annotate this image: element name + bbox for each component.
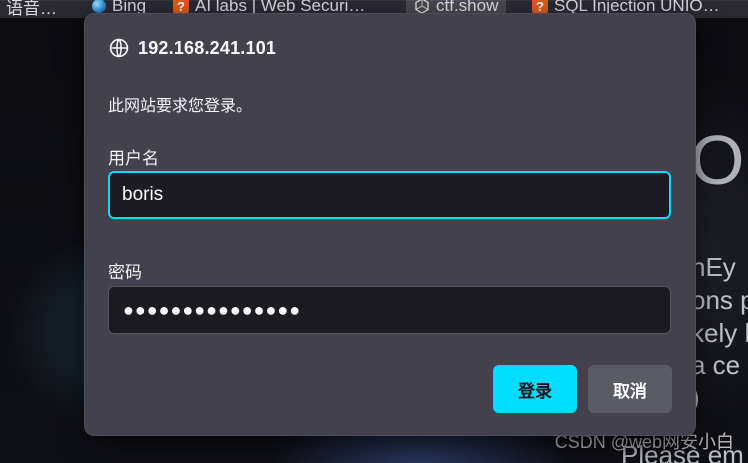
bookmark-item[interactable]: 语音… bbox=[0, 0, 65, 18]
background-big-letter: O bbox=[690, 121, 745, 199]
login-dialog: 192.168.241.101 此网站要求您登录。 用户名 boris 密码 ●… bbox=[84, 13, 696, 436]
username-label: 用户名 bbox=[108, 149, 159, 169]
background-line: ons p bbox=[691, 285, 748, 315]
background-line: nEy bbox=[691, 252, 736, 282]
background-line: kely h bbox=[691, 318, 748, 348]
ai-labs-icon: ? bbox=[173, 0, 189, 14]
password-field[interactable]: ●●●●●●●●●●●●●●● bbox=[108, 286, 671, 334]
username-value: boris bbox=[122, 184, 164, 205]
background-line: a ce bbox=[691, 350, 741, 380]
dialog-message: 此网站要求您登录。 bbox=[108, 96, 253, 115]
bookmark-label: 语音… bbox=[6, 0, 57, 18]
globe-icon bbox=[108, 37, 130, 59]
dialog-header: 192.168.241.101 bbox=[108, 37, 276, 59]
password-masked: ●●●●●●●●●●●●●●● bbox=[123, 299, 302, 320]
cancel-button[interactable]: 取消 bbox=[588, 365, 672, 413]
username-field[interactable]: boris bbox=[108, 171, 671, 219]
dialog-host: 192.168.241.101 bbox=[138, 37, 277, 58]
password-label: 密码 bbox=[108, 263, 142, 283]
ctfshow-icon bbox=[414, 0, 430, 14]
login-button-label: 登录 bbox=[518, 381, 552, 402]
bing-icon bbox=[92, 0, 106, 13]
login-button[interactable]: 登录 bbox=[493, 365, 577, 413]
ai-labs-icon: ? bbox=[532, 0, 548, 14]
cancel-button-label: 取消 bbox=[613, 381, 647, 402]
